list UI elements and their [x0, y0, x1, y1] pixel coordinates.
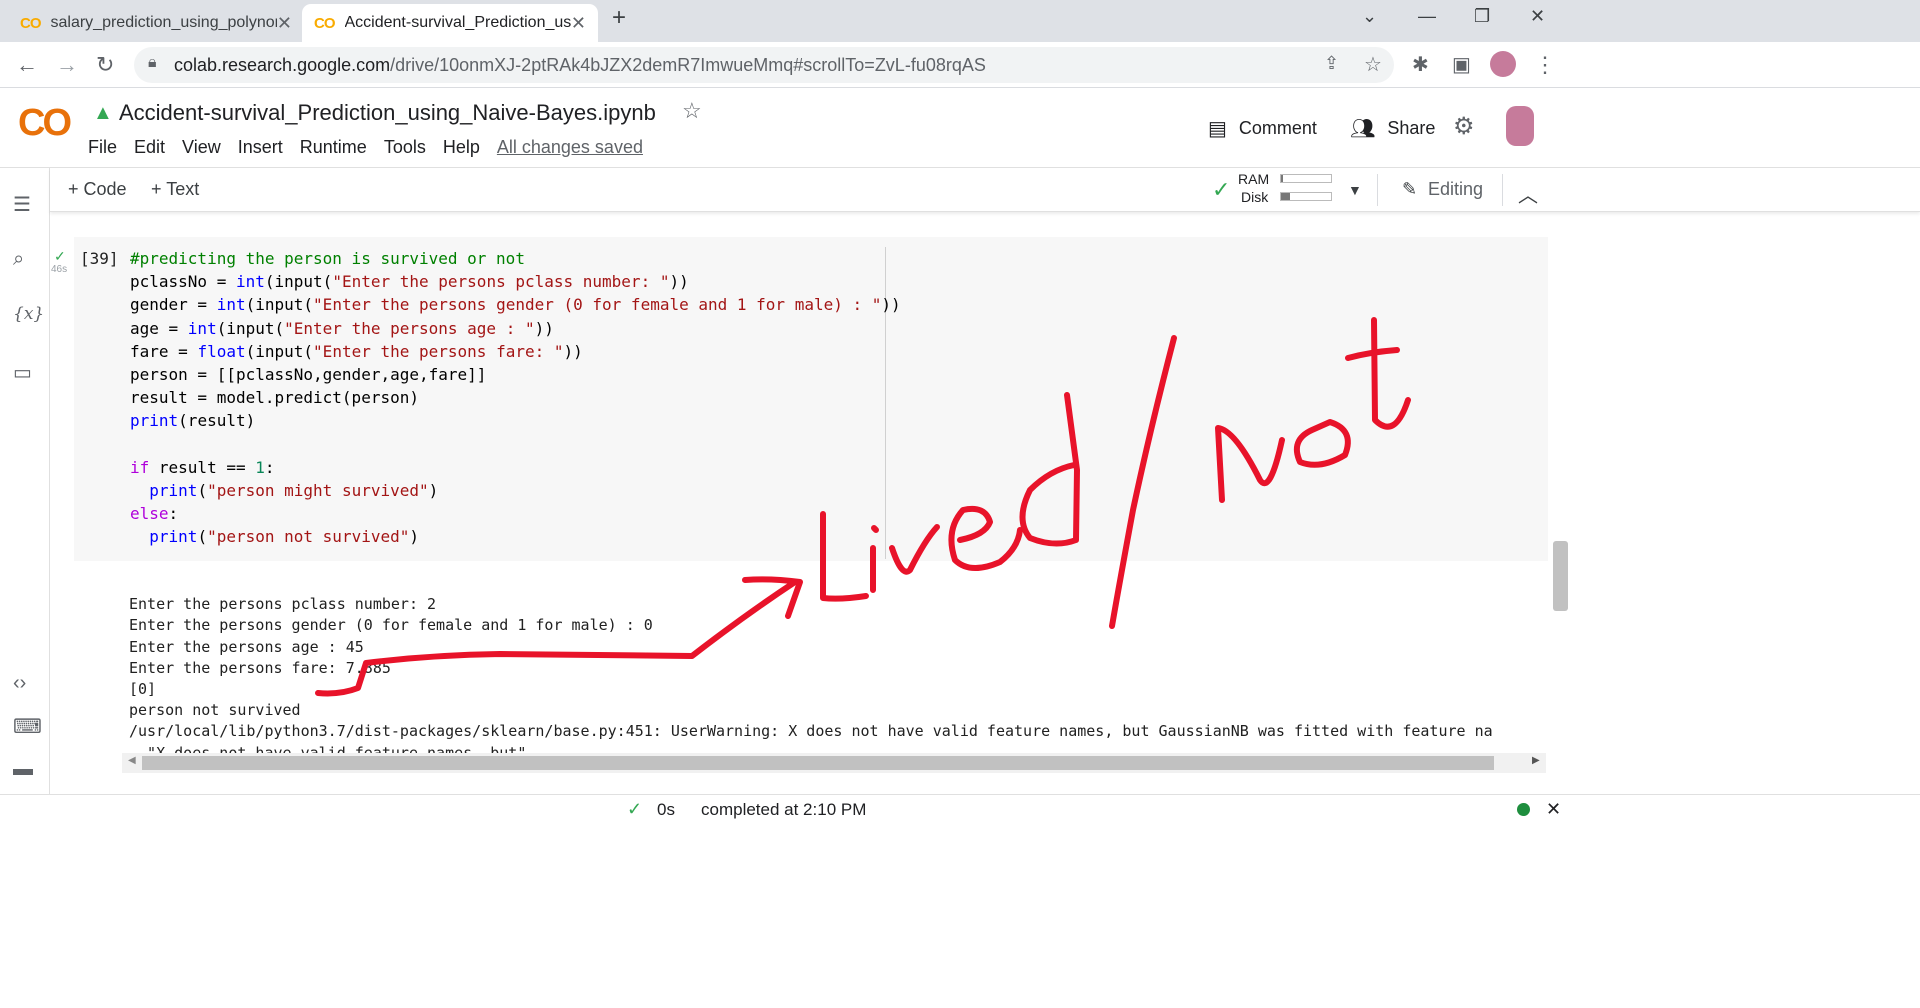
account-avatar[interactable] [1506, 106, 1534, 146]
close-status-icon[interactable]: ✕ [1546, 799, 1561, 820]
comment-button[interactable]: ▤ Comment [1208, 116, 1317, 141]
notebook-title[interactable]: Accident-survival_Prediction_using_Naive… [119, 100, 656, 126]
status-check-icon: ✓ [627, 799, 643, 819]
tab-title: Accident-survival_Prediction_usin [344, 14, 571, 31]
output-line: Enter the persons pclass number: 2 [129, 595, 437, 614]
colab-header: CO ▲ Accident-survival_Prediction_using_… [0, 88, 1920, 168]
comment-icon: ▤ [1208, 118, 1227, 140]
logo-text: CO [18, 102, 72, 144]
completed-time: completed at 2:10 PM [701, 800, 867, 819]
scroll-right-icon[interactable]: ▶ [1532, 755, 1540, 766]
comment-label: Comment [1238, 118, 1317, 138]
save-status[interactable]: All changes saved [497, 137, 643, 158]
menu-insert[interactable]: Insert [238, 137, 283, 158]
colab-icon: CO [20, 14, 41, 32]
toolbar-divider [1377, 174, 1378, 206]
window-close-icon[interactable]: ✕ [1530, 6, 1545, 27]
toolbar-divider [1502, 174, 1503, 206]
tab-search-icon[interactable]: ⌄ [1362, 6, 1377, 27]
page-vertical-scrollbar[interactable] [1553, 541, 1568, 611]
files-folder-icon[interactable]: ▭ [13, 360, 32, 385]
side-panel-icon[interactable]: ▣ [1452, 52, 1471, 77]
exec-duration: 0s [657, 800, 675, 819]
browser-tab-strip: CO salary_prediction_using_polynomi ✕ CO… [0, 0, 1920, 42]
output-line: /usr/local/lib/python3.7/dist-packages/s… [129, 722, 1493, 741]
menu-edit[interactable]: Edit [134, 137, 165, 158]
output-line: [0] [129, 680, 157, 699]
variables-icon[interactable]: {x} [13, 304, 44, 324]
share-page-icon[interactable]: ⇪ [1324, 53, 1339, 74]
bookmark-star-icon[interactable]: ☆ [1364, 52, 1382, 77]
browser-menu-icon[interactable]: ⋮ [1534, 52, 1556, 78]
colab-icon: CO [314, 14, 335, 32]
close-tab-icon[interactable]: ✕ [277, 13, 292, 34]
connection-status-dot [1517, 803, 1530, 816]
output-line: Enter the persons age : 45 [129, 637, 364, 656]
disk-usage-bar [1280, 192, 1332, 201]
extensions-icon[interactable]: ✱ [1412, 52, 1429, 77]
menu-tools[interactable]: Tools [384, 137, 426, 158]
disk-label: Disk [1241, 189, 1269, 205]
url-host: colab.research.google.com [174, 54, 391, 75]
lock-icon: 🔒︎ [148, 54, 157, 71]
status-bar: ✓ 0s completed at 2:10 PM ✕ [0, 794, 1920, 824]
reload-icon[interactable]: ↻ [96, 52, 114, 78]
code-snippets-icon[interactable]: ‹› [13, 672, 26, 695]
forward-icon[interactable]: → [56, 52, 78, 78]
connected-check-icon: ✓ [1212, 177, 1231, 202]
exec-time: 46s [51, 264, 68, 275]
search-icon[interactable]: ⌕ [13, 248, 24, 271]
pencil-icon: ✎ [1402, 179, 1418, 199]
menu-runtime[interactable]: Runtime [300, 137, 367, 158]
editing-mode-button[interactable]: Editing [1428, 179, 1483, 200]
star-notebook-icon[interactable]: ☆ [682, 98, 702, 124]
browser-tab-accident[interactable]: CO Accident-survival_Prediction_usin ✕ [302, 4, 598, 42]
new-tab-icon[interactable]: + [612, 4, 626, 32]
tab-title: salary_prediction_using_polynomi [50, 14, 277, 31]
browser-tab-salary[interactable]: CO salary_prediction_using_polynomi ✕ [8, 4, 304, 42]
scroll-left-icon[interactable]: ◀ [128, 755, 136, 766]
collapse-chevron-up-icon[interactable]: ︿ [1518, 179, 1538, 208]
output-line: person not survived [129, 701, 301, 720]
terminal-icon[interactable]: ▬ [13, 758, 33, 781]
share-button[interactable]: 👥︎ Share [1350, 116, 1435, 141]
profile-avatar[interactable] [1490, 51, 1516, 77]
add-code-button[interactable]: + Code [68, 179, 127, 200]
output-line: Enter the persons fare: 7.885 [129, 658, 391, 677]
scrollbar-thumb[interactable] [142, 756, 1494, 770]
menu-help[interactable]: Help [443, 137, 480, 158]
minimize-icon[interactable]: — [1418, 6, 1436, 27]
menu-file[interactable]: File [88, 137, 117, 158]
output-line: Enter the persons gender (0 for female a… [129, 616, 653, 635]
output-horizontal-scrollbar[interactable]: ◀ ▶ [122, 753, 1546, 773]
close-tab-icon[interactable]: ✕ [571, 13, 586, 34]
left-sidebar: ☰ ⌕ {x} ▭ ‹› ⌨ ▬ [0, 168, 50, 794]
add-text-button[interactable]: + Text [151, 179, 199, 200]
address-bar[interactable]: 🔒︎ colab.research.google.com/drive/10onm… [134, 47, 1394, 83]
share-label: Share [1387, 118, 1436, 138]
url-path: /drive/10onmXJ-2ptRAk4bJZX2demR7ImwueMmq… [390, 54, 986, 75]
colab-logo[interactable]: CO [18, 102, 72, 145]
resource-monitor[interactable]: RAM Disk [1238, 170, 1269, 206]
restore-icon[interactable]: ❐ [1474, 6, 1490, 27]
run-success-check-icon[interactable]: ✓ [54, 248, 66, 265]
code-editor[interactable]: #predicting the person is survived or no… [130, 247, 901, 549]
menu-view[interactable]: View [182, 137, 221, 158]
table-of-contents-icon[interactable]: ☰ [13, 192, 31, 217]
browser-toolbar: ← → ↻ 🔒︎ colab.research.google.com/drive… [0, 42, 1920, 88]
drive-icon: ▲ [93, 102, 113, 124]
resources-dropdown-icon[interactable]: ▼ [1348, 182, 1362, 198]
menu-bar: File Edit View Insert Runtime Tools Help… [88, 137, 660, 158]
command-palette-icon[interactable]: ⌨ [13, 714, 42, 739]
people-icon: 👥︎ [1350, 118, 1376, 140]
back-icon[interactable]: ← [16, 52, 38, 78]
settings-gear-icon[interactable]: ⚙ [1453, 112, 1475, 141]
ram-usage-bar [1280, 174, 1332, 183]
execution-count: [39] [80, 249, 119, 268]
ram-label: RAM [1238, 171, 1270, 187]
notebook-toolbar: + Code + Text ✓ RAM Disk ▼ ✎ Editing ︿ [50, 168, 1920, 212]
